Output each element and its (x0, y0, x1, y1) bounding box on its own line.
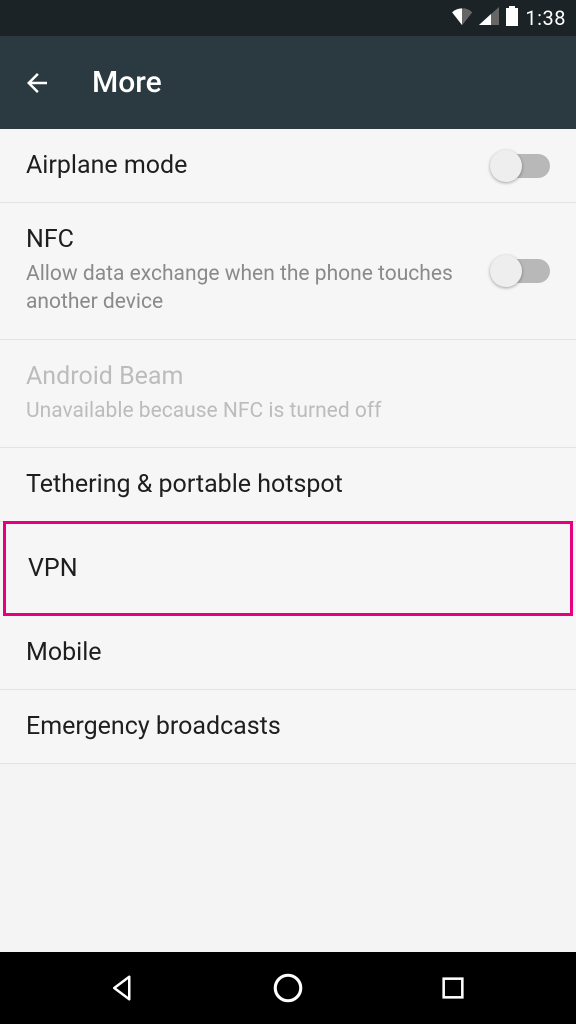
item-title: VPN (28, 554, 78, 583)
navigation-bar (0, 952, 576, 1024)
status-bar: 1:38 (0, 0, 576, 36)
toggle-switch[interactable] (494, 154, 550, 178)
settings-item[interactable]: VPN (3, 521, 573, 616)
wifi-icon (451, 6, 473, 30)
item-title: Emergency broadcasts (26, 712, 281, 741)
item-subtitle: Unavailable because NFC is turned off (26, 397, 381, 425)
battery-icon (505, 6, 519, 31)
toggle-switch[interactable] (494, 259, 550, 283)
item-title: Airplane mode (26, 151, 187, 180)
item-title: NFC (26, 225, 456, 254)
nav-home-icon[interactable] (268, 968, 308, 1008)
cell-signal-icon (479, 6, 499, 30)
settings-list: Airplane mode NFC Allow data exchange when… (0, 129, 576, 764)
item-title: Mobile (26, 638, 102, 667)
settings-item[interactable]: Tethering & portable hotspot (0, 448, 576, 522)
back-arrow-icon[interactable] (22, 68, 52, 98)
page-title: More (92, 65, 162, 100)
item-title: Android Beam (26, 362, 381, 391)
app-bar: More (0, 36, 576, 129)
settings-item[interactable]: Mobile (0, 616, 576, 690)
settings-item[interactable]: NFC Allow data exchange when the phone to… (0, 203, 576, 340)
item-subtitle: Allow data exchange when the phone touch… (26, 260, 456, 317)
settings-item[interactable]: Emergency broadcasts (0, 690, 576, 764)
settings-item: Android Beam Unavailable because NFC is t… (0, 340, 576, 448)
nav-recent-icon[interactable] (433, 968, 473, 1008)
clock-time: 1:38 (525, 6, 566, 30)
settings-item[interactable]: Airplane mode (0, 129, 576, 203)
item-title: Tethering & portable hotspot (26, 470, 343, 499)
nav-back-icon[interactable] (103, 968, 143, 1008)
